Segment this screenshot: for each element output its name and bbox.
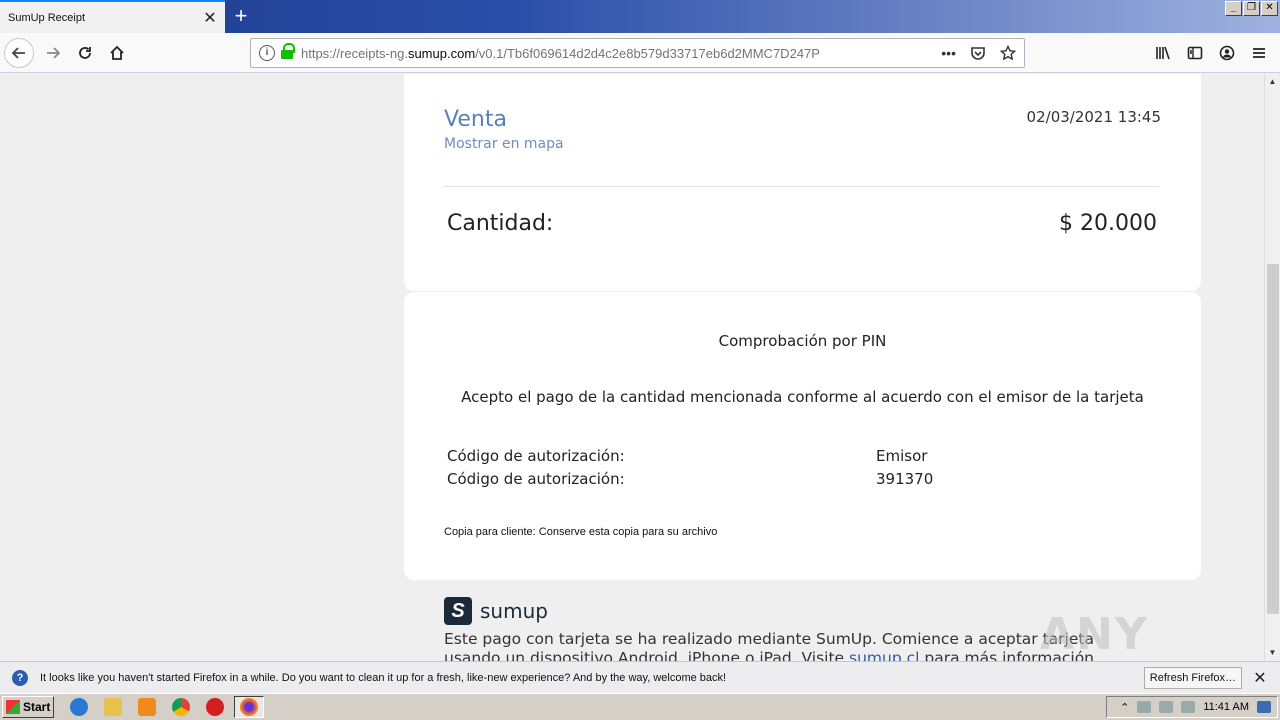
sumup-logo: S sumup <box>444 597 548 625</box>
page-actions-icon[interactable]: ••• <box>941 45 956 61</box>
firefox-taskbar-button[interactable] <box>234 696 264 718</box>
reload-button[interactable] <box>70 38 100 68</box>
refresh-firefox-button[interactable]: Refresh Firefox… <box>1143 666 1242 689</box>
forward-button[interactable] <box>38 38 68 68</box>
tab-title: SumUp Receipt <box>8 11 86 24</box>
system-tray: ⌃ 11:41 AM <box>1106 696 1278 718</box>
transaction-type: Venta <box>444 107 507 132</box>
amount-value: $ 20.000 <box>1059 211 1157 236</box>
url-prefix: https://receipts-ng. <box>301 45 408 61</box>
url-text[interactable]: https://receipts-ng.sumup.com/v0.1/Tb6f0… <box>301 46 941 61</box>
chrome-icon[interactable] <box>172 698 190 716</box>
amount-label: Cantidad: <box>447 211 554 236</box>
menu-icon[interactable] <box>1248 38 1270 68</box>
close-notification-icon[interactable]: ✕ <box>1250 668 1270 688</box>
auth-row-label: Código de autorización: <box>447 470 625 488</box>
verification-method: Comprobación por PIN <box>718 332 887 350</box>
agreement-text: Acepto el pago de la cantidad mencionada… <box>461 388 1144 406</box>
library-icon[interactable] <box>1152 38 1174 68</box>
library-glyph-icon <box>1156 46 1170 60</box>
notification-message: It looks like you haven't started Firefo… <box>40 671 727 684</box>
verification-card: Comprobación por PIN Acepto el pago de l… <box>404 292 1201 580</box>
flag-icon[interactable] <box>1181 701 1196 713</box>
opera-icon[interactable] <box>206 698 224 716</box>
divider <box>444 186 1159 187</box>
url-actions: ••• <box>941 45 1024 61</box>
lock-icon[interactable] <box>281 43 295 59</box>
scroll-down-arrow-icon[interactable]: ▼ <box>1265 645 1280 661</box>
sidebar-glyph-icon <box>1187 46 1203 60</box>
show-desktop-icon[interactable] <box>1257 701 1271 713</box>
firefox-icon <box>240 698 258 716</box>
windows-taskbar: Start ⌃ 11:41 AM <box>0 693 1280 720</box>
scroll-up-arrow-icon[interactable]: ▲ <box>1265 74 1280 90</box>
network-icon[interactable] <box>1159 701 1174 713</box>
anyrun-watermark: ANY RUN <box>1040 609 1150 661</box>
account-icon[interactable] <box>1216 38 1238 68</box>
tab-sumup-receipt[interactable]: SumUp Receipt ✕ <box>0 0 225 33</box>
start-button[interactable]: Start <box>2 696 54 718</box>
minimize-button[interactable]: _ <box>1225 1 1242 16</box>
sumup-link[interactable]: sumup.cl <box>849 649 919 661</box>
new-tab-button[interactable]: + <box>228 2 254 30</box>
clock[interactable]: 11:41 AM <box>1203 701 1249 713</box>
vertical-scrollbar[interactable]: ▲ ▼ <box>1264 74 1280 661</box>
scrollbar-thumb[interactable] <box>1267 264 1279 614</box>
ie-icon[interactable] <box>70 698 88 716</box>
sumup-logo-mark: S <box>444 597 472 625</box>
pocket-icon[interactable] <box>970 45 986 61</box>
url-bar[interactable]: i https://receipts-ng.sumup.com/v0.1/Tb6… <box>250 38 1025 68</box>
auth-row-label: Código de autorización: <box>447 447 625 465</box>
windows-flag-icon <box>6 700 20 714</box>
transaction-datetime: 02/03/2021 13:45 <box>1026 108 1161 126</box>
notification-bar: ? It looks like you haven't started Fire… <box>0 661 1280 693</box>
footer-text: Este pago con tarjeta se ha realizado me… <box>444 630 1124 661</box>
toolbar-right <box>1152 38 1270 68</box>
home-button[interactable] <box>102 38 132 68</box>
media-player-icon[interactable] <box>138 698 156 716</box>
receipt-summary-card: Venta Mostrar en mapa 02/03/2021 13:45 C… <box>404 74 1201 291</box>
explorer-folder-icon[interactable] <box>104 698 122 716</box>
home-icon <box>110 45 124 60</box>
sumup-wordmark: sumup <box>480 599 548 623</box>
hamburger-icon <box>1253 48 1265 58</box>
back-button[interactable] <box>4 38 34 68</box>
page-content: Venta Mostrar en mapa 02/03/2021 13:45 C… <box>0 74 1264 661</box>
show-map-link[interactable]: Mostrar en mapa <box>444 136 564 152</box>
account-glyph-icon <box>1219 45 1235 61</box>
auth-row-value: Emisor <box>876 447 928 465</box>
start-label: Start <box>23 700 51 714</box>
tab-close-icon[interactable]: ✕ <box>199 8 221 28</box>
restore-button[interactable]: ❐ <box>1243 1 1260 16</box>
customer-copy-note: Copia para cliente: Conserve esta copia … <box>444 526 718 538</box>
auth-row-value: 391370 <box>876 470 934 488</box>
reload-icon <box>79 47 91 59</box>
arrow-right-icon <box>47 47 61 59</box>
info-icon[interactable]: i <box>259 45 275 61</box>
url-domain: sumup.com <box>407 45 476 61</box>
sidebar-icon[interactable] <box>1184 38 1206 68</box>
navigation-toolbar: i https://receipts-ng.sumup.com/v0.1/Tb6… <box>0 33 1280 73</box>
url-path: /v0.1/Tb6f069614d2d4c2e8b579d33717eb6d2M… <box>475 45 820 61</box>
window-controls: _ ❐ ✕ <box>1225 1 1278 16</box>
close-window-button[interactable]: ✕ <box>1261 1 1278 16</box>
help-icon: ? <box>12 669 28 686</box>
volume-icon[interactable] <box>1137 701 1152 713</box>
bookmark-star-icon[interactable] <box>1000 45 1016 61</box>
tray-expand-icon[interactable]: ⌃ <box>1120 701 1129 714</box>
arrow-left-icon <box>11 47 25 59</box>
tab-bar: SumUp Receipt ✕ + _ ❐ ✕ <box>0 0 1280 33</box>
